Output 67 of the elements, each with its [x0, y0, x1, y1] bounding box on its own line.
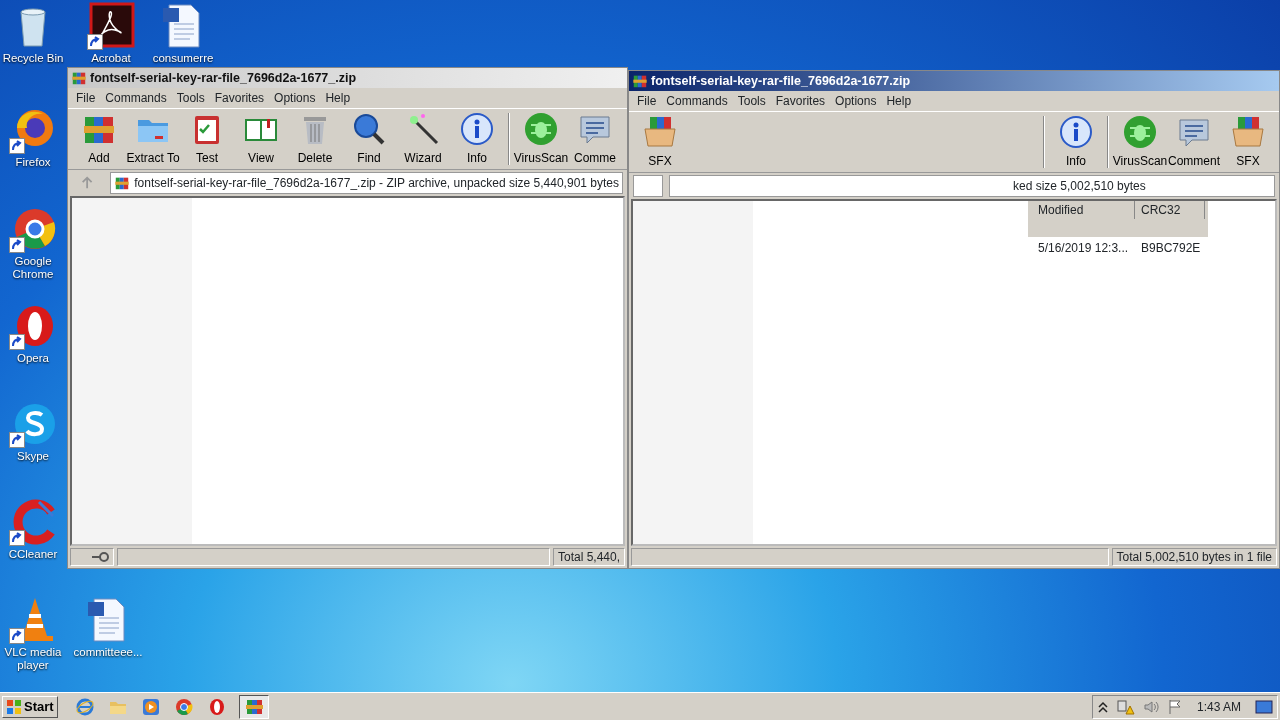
menu-item[interactable]: Help — [320, 89, 356, 107]
status-text: Total 5,002,510 bytes in 1 file — [1111, 548, 1277, 566]
menu-item[interactable]: Options — [269, 89, 321, 107]
toolbar-button[interactable]: Comment — [1167, 114, 1221, 170]
icon-label[interactable]: VLC media player — [0, 646, 66, 672]
info-icon — [459, 111, 495, 147]
taskbar-button[interactable] — [238, 694, 269, 719]
window-title: fontself-serial-key-rar-file_7696d2a-1677.zip — [651, 72, 911, 90]
icon-label[interactable]: Acrobat — [91, 52, 131, 65]
menu-item[interactable]: Tools — [732, 92, 771, 110]
toolbar-button[interactable]: SFX — [1221, 114, 1275, 170]
toolbar-button[interactable]: VirusScan — [1113, 114, 1167, 170]
search-icon — [351, 111, 387, 147]
icon-label[interactable]: CCleaner — [8, 548, 58, 561]
address-field[interactable]: ked size 5,002,510 bytes — [669, 175, 1275, 197]
chrome-logo-icon — [173, 696, 194, 717]
icon-label[interactable]: Opera — [17, 352, 49, 365]
key-icon — [91, 552, 109, 562]
browser-icon — [74, 696, 95, 717]
address-field[interactable] — [633, 175, 663, 197]
toolbar-button[interactable]: Find — [342, 111, 396, 167]
flag-icon[interactable] — [1166, 698, 1183, 715]
bug-icon — [1122, 114, 1158, 150]
toolbar-button[interactable]: Extract To — [126, 111, 180, 167]
toolbar-button[interactable]: Delete — [288, 111, 342, 167]
menu-item[interactable]: Options — [830, 92, 882, 110]
window-title: fontself-serial-key-rar-file_7696d2a-1677_.zip — [90, 69, 357, 87]
info-icon — [1058, 114, 1094, 150]
box-icon — [642, 114, 678, 150]
menu-item[interactable]: File — [632, 92, 662, 110]
toolbar-button[interactable]: Wizard — [396, 111, 450, 167]
show-desktop-icon[interactable] — [1255, 698, 1273, 715]
icon-label[interactable]: Firefox — [15, 156, 51, 169]
table-cell-text: 5/16/2019 12:3... — [1037, 240, 1130, 257]
app-logo-icon — [632, 73, 648, 89]
menu-item[interactable]: Commands — [100, 89, 172, 107]
icon-label[interactable]: Google Chrome — [0, 255, 66, 281]
play-icon — [140, 696, 161, 717]
toolbar-button[interactable]: Info — [450, 111, 504, 167]
menu-item[interactable]: Tools — [171, 89, 210, 107]
address-field[interactable]: fontself-serial-key-rar-file_7696d2a-1677_.zip - ZIP archive, unpacked size 5,440,901 bytes — [110, 172, 623, 194]
windows-logo-icon — [6, 698, 22, 715]
archive-icon — [114, 175, 131, 191]
toolbar-button[interactable]: View — [234, 111, 288, 167]
app-logo-icon — [71, 70, 87, 86]
menu-item[interactable]: Help — [881, 92, 917, 110]
table-cell-text: B9BC792E — [1140, 240, 1202, 257]
clock-text: 1:43 AM — [1196, 698, 1241, 716]
icon-label[interactable]: Skype — [17, 450, 49, 463]
document-icon[interactable] — [87, 2, 135, 50]
icon-label[interactable]: consumerre — [152, 52, 214, 65]
toolbar-button[interactable]: Comme — [568, 111, 622, 167]
network-warning-icon[interactable] — [1116, 698, 1135, 715]
menu-item[interactable]: Favorites — [209, 89, 270, 107]
toolbar-button[interactable]: Add — [72, 111, 126, 167]
toolbar-button[interactable]: Test — [180, 111, 234, 167]
icon-label[interactable]: Recycle Bin — [2, 52, 64, 65]
toolbar-button[interactable]: VirusScan — [514, 111, 568, 167]
box-icon — [1230, 114, 1266, 150]
bug-icon — [523, 111, 559, 147]
menu-item[interactable]: Commands — [661, 92, 733, 110]
start-button[interactable]: Start — [2, 695, 58, 718]
menu-item[interactable]: File — [71, 89, 101, 107]
toolbar-button[interactable]: Info — [1049, 114, 1103, 170]
toolbar-button[interactable]: SFX — [633, 114, 687, 170]
menu-item[interactable]: Favorites — [770, 92, 831, 110]
status-text: Total 5,440, — [552, 548, 625, 566]
